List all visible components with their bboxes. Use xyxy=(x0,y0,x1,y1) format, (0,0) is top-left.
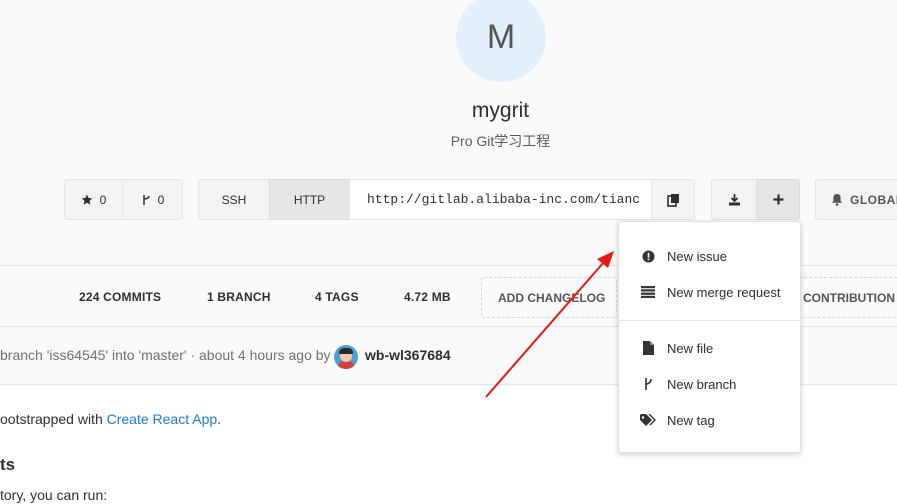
notification-level-label: GLOBAL xyxy=(850,192,897,207)
readme-text: ootstrapped with xyxy=(0,411,107,427)
menu-divider xyxy=(619,320,800,321)
project-description: Pro Git学习工程 xyxy=(450,133,551,149)
plus-icon xyxy=(773,194,783,205)
star-button[interactable]: 0 xyxy=(64,179,123,220)
fork-icon xyxy=(142,194,150,205)
copy-url-button[interactable] xyxy=(651,179,695,220)
fork-count: 0 xyxy=(157,192,165,207)
project-title[interactable]: mygrit xyxy=(0,99,897,123)
menu-item-new-branch[interactable]: New branch xyxy=(619,369,800,399)
menu-item-label: New merge request xyxy=(667,284,781,300)
add-contribution-guide-button[interactable]: CONTRIBUTION GUIDE xyxy=(786,277,897,318)
project-avatar-letter: M xyxy=(486,17,516,56)
author-avatar[interactable] xyxy=(334,345,358,369)
file-icon xyxy=(640,340,656,356)
tag-icon xyxy=(640,412,656,428)
notification-level-button[interactable]: GLOBAL xyxy=(815,179,897,220)
commit-message[interactable]: branch 'iss64545' into 'master' · about … xyxy=(0,347,331,363)
menu-item-new-merge-request[interactable]: New merge request xyxy=(619,277,800,307)
commits-link[interactable]: 224 COMMITS xyxy=(79,290,161,304)
branches-link[interactable]: 1 BRANCH xyxy=(207,290,271,304)
download-icon xyxy=(728,194,740,206)
commit-author[interactable]: wb-wl367684 xyxy=(365,347,451,363)
menu-item-label: New issue xyxy=(667,248,727,264)
download-button[interactable] xyxy=(711,179,757,220)
repo-size: 4.72 MB xyxy=(404,290,451,304)
branch-icon xyxy=(640,376,656,392)
exclamation-circle-icon xyxy=(640,248,656,264)
new-dropdown-button[interactable] xyxy=(756,179,800,220)
menu-item-new-file[interactable]: New file xyxy=(619,333,800,363)
menu-item-label: New tag xyxy=(667,412,715,428)
project-avatar: M xyxy=(456,0,546,82)
menu-item-new-tag[interactable]: New tag xyxy=(619,405,800,435)
readme-text-suffix: . xyxy=(217,411,222,427)
new-dropdown-menu: New issue New merge request New file New… xyxy=(618,221,801,453)
menu-item-new-issue[interactable]: New issue xyxy=(619,241,800,271)
add-contribution-guide-label: CONTRIBUTION GUIDE xyxy=(803,290,897,305)
ssh-toggle[interactable]: SSH xyxy=(198,179,270,220)
http-toggle[interactable]: HTTP xyxy=(269,179,350,220)
add-changelog-button[interactable]: ADD CHANGELOG xyxy=(481,277,617,318)
star-count: 0 xyxy=(99,192,107,207)
tags-link[interactable]: 4 TAGS xyxy=(315,290,359,304)
merge-request-icon xyxy=(640,284,656,300)
bell-icon xyxy=(832,194,842,206)
create-react-app-link[interactable]: Create React App xyxy=(107,411,218,427)
menu-item-label: New branch xyxy=(667,376,737,392)
readme-heading: ts xyxy=(0,455,16,474)
add-changelog-label: ADD CHANGELOG xyxy=(498,290,606,305)
readme-paragraph: ootstrapped with Create React App. xyxy=(0,411,221,427)
readme-paragraph-2: tory, you can run: xyxy=(0,487,108,503)
copy-icon xyxy=(666,193,679,207)
clone-url-input[interactable]: http://gitlab.alibaba-inc.com/tianc xyxy=(349,179,652,220)
menu-item-label: New file xyxy=(667,340,714,356)
star-icon xyxy=(81,194,92,205)
fork-button[interactable]: 0 xyxy=(122,179,183,220)
